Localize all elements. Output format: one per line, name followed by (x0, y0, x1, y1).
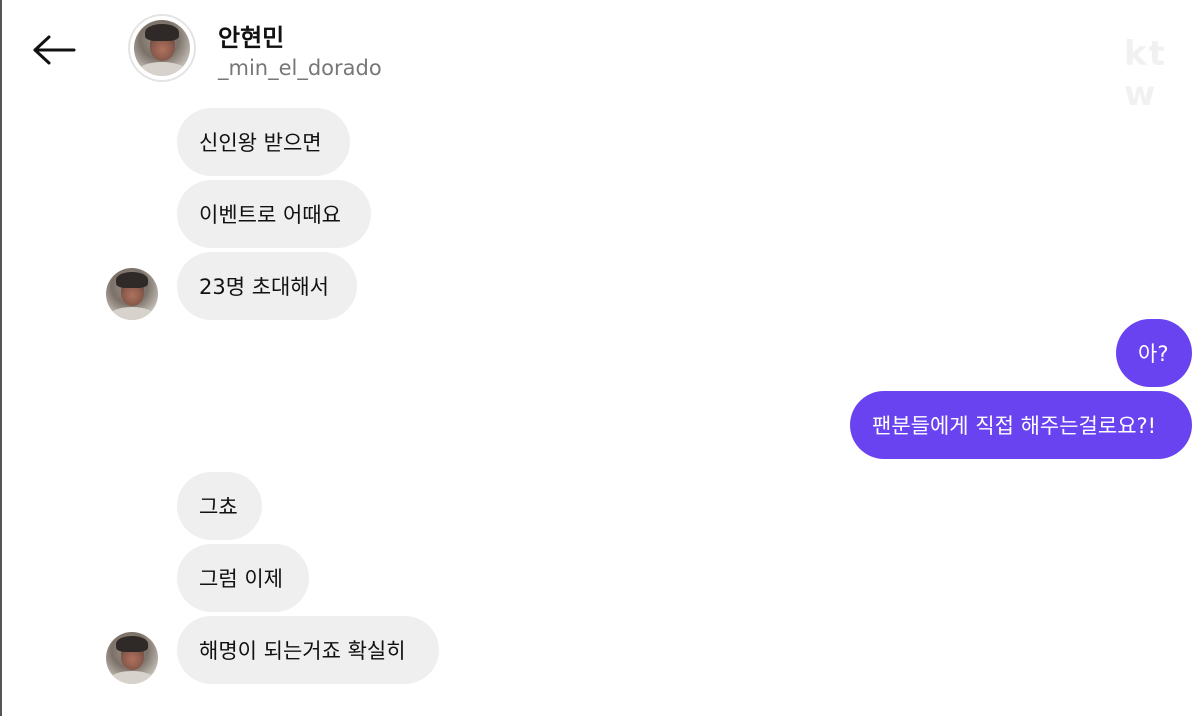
arrow-left-icon (33, 35, 76, 65)
message-bubble-incoming[interactable]: 신인왕 받으면 (177, 108, 350, 176)
watermark: kt w (1124, 34, 1167, 114)
message-bubble-incoming[interactable]: 그럼 이제 (177, 544, 309, 612)
window-edge (0, 0, 2, 716)
message-bubble-incoming[interactable]: 23명 초대해서 (177, 252, 357, 320)
sender-avatar[interactable] (106, 632, 158, 684)
profile-photo (134, 20, 190, 76)
message-bubble-incoming[interactable]: 이벤트로 어때요 (177, 180, 371, 248)
message-bubble-incoming[interactable]: 그쵸 (177, 472, 262, 540)
message-bubble-outgoing[interactable]: 아? (1116, 319, 1192, 387)
profile-photo (106, 268, 158, 320)
profile-photo (106, 632, 158, 684)
contact-name[interactable]: 안현민 (218, 18, 284, 53)
contact-avatar[interactable] (130, 16, 194, 80)
message-bubble-outgoing[interactable]: 팬분들에게 직접 해주는걸로요?! (850, 391, 1192, 459)
sender-avatar[interactable] (106, 268, 158, 320)
back-button[interactable] (28, 28, 80, 72)
contact-username: _min_el_dorado (218, 56, 382, 80)
dm-conversation-screen: 안현민 _min_el_dorado kt w 신인왕 받으면 이벤트로 어때요… (0, 0, 1200, 716)
message-bubble-incoming[interactable]: 해명이 되는거죠 확실히 (177, 616, 439, 684)
